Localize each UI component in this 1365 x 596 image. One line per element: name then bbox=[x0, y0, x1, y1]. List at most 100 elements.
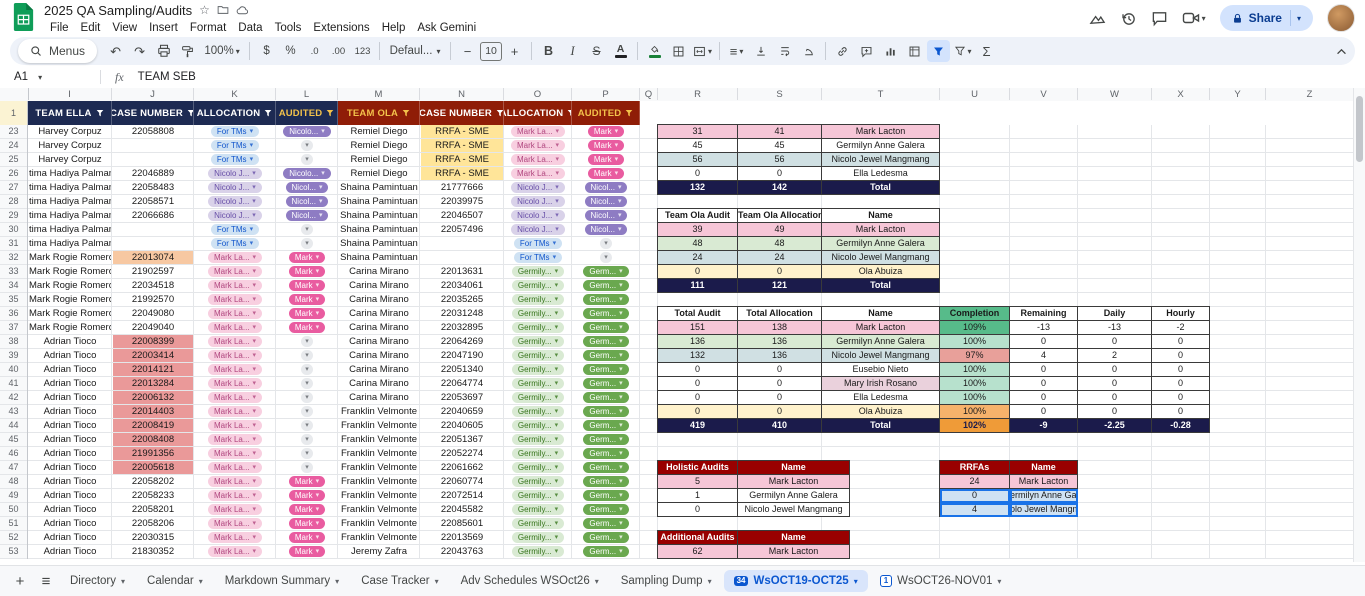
cell-ola-case[interactable]: 22064774 bbox=[421, 377, 503, 390]
dropdown-chip-for-tms[interactable]: For TMs▾ bbox=[514, 252, 562, 263]
cell-ella-case[interactable]: 22049040 bbox=[113, 321, 193, 334]
cell-ella-allocation[interactable]: Mark La...▾ bbox=[195, 321, 275, 334]
dropdown-chip-mark-la[interactable]: Mark La...▾ bbox=[208, 518, 262, 529]
dropdown-chip-germ[interactable]: Germ...▾ bbox=[583, 322, 628, 333]
cell-ella-name[interactable]: Adrian Tioco bbox=[29, 349, 111, 362]
sheet-tab-wsoct19-oct25[interactable]: 34WsOCT19-OCT25▾ bbox=[724, 570, 868, 592]
comments-icon[interactable] bbox=[1151, 10, 1168, 27]
zoom-select[interactable]: 100%▾ bbox=[200, 40, 244, 62]
horizontal-align-button[interactable]: ≡▾ bbox=[725, 40, 748, 62]
cell-ola-name[interactable]: Franklin Velmonte bbox=[339, 475, 419, 488]
tab-menu-caret[interactable]: ▾ bbox=[854, 577, 858, 586]
cell-ola-name[interactable]: Carina Mirano bbox=[339, 349, 419, 362]
dropdown-chip-nicolo-j[interactable]: Nicolo J...▾ bbox=[208, 196, 262, 207]
dropdown-chip-mark[interactable]: Mark▾ bbox=[289, 504, 325, 515]
move-folder-icon[interactable] bbox=[217, 4, 229, 16]
dropdown-chip-mark[interactable]: Mark▾ bbox=[289, 252, 325, 263]
cell-ella-case[interactable]: 22030315 bbox=[113, 531, 193, 544]
collapse-toolbar-button[interactable] bbox=[1336, 48, 1347, 55]
dropdown-chip-germily[interactable]: Germily...▾ bbox=[512, 308, 564, 319]
row-header-25[interactable]: 25 bbox=[0, 153, 27, 166]
dropdown-chip-mark[interactable]: Mark▾ bbox=[289, 322, 325, 333]
cell-ella-case[interactable]: 22058571 bbox=[113, 195, 193, 208]
cell-ella-allocation[interactable]: Mark La...▾ bbox=[195, 545, 275, 558]
cell-ella-audited[interactable]: Nicol...▾ bbox=[277, 209, 337, 222]
summary-cell-41[interactable]: 41 bbox=[738, 125, 822, 139]
row-header-30[interactable]: 30 bbox=[0, 223, 27, 236]
summary-cell-ola-abuiza[interactable]: Ola Abuiza bbox=[822, 265, 940, 279]
summary-cell-0[interactable]: 0 bbox=[658, 377, 738, 391]
summary-cell-0[interactable]: 0 bbox=[658, 167, 738, 181]
cell-ola-case[interactable]: RRFA - SME bbox=[421, 125, 503, 138]
summary-cell-0[interactable]: 0 bbox=[738, 405, 822, 419]
star-icon[interactable]: ☆ bbox=[199, 4, 210, 16]
dropdown-chip-germily[interactable]: Germily...▾ bbox=[512, 322, 564, 333]
user-avatar[interactable] bbox=[1327, 4, 1355, 32]
cell-ola-audited[interactable]: Germ...▾ bbox=[573, 265, 639, 278]
cell-ola-allocation[interactable]: Nicolo J...▾ bbox=[505, 195, 571, 208]
cell-ola-allocation[interactable]: Germily...▾ bbox=[505, 405, 571, 418]
cell-ola-allocation[interactable]: Germily...▾ bbox=[505, 503, 571, 516]
summary-cell-nicolo-jewel-mangmang[interactable]: Nicolo Jewel Mangmang bbox=[822, 251, 940, 265]
dropdown-chip-germ[interactable]: Germ...▾ bbox=[583, 434, 628, 445]
cloud-saved-icon[interactable] bbox=[236, 4, 249, 17]
summary-cell-daily[interactable]: Daily bbox=[1078, 307, 1152, 321]
dropdown-chip-empty[interactable]: ▾ bbox=[301, 140, 313, 151]
vertical-align-button[interactable] bbox=[749, 40, 772, 62]
summary-cell-mark-lacton[interactable]: Mark Lacton bbox=[738, 475, 850, 489]
dropdown-chip-mark-la[interactable]: Mark La...▾ bbox=[208, 462, 262, 473]
cell-ella-case[interactable]: 22058233 bbox=[113, 489, 193, 502]
summary-cell-mark-lacton[interactable]: Mark Lacton bbox=[822, 321, 940, 335]
cell-ella-allocation[interactable]: Nicolo J...▾ bbox=[195, 195, 275, 208]
cell-ola-name[interactable]: Shaina Pamintuan bbox=[339, 181, 419, 194]
cell-ola-name[interactable]: Franklin Velmonte bbox=[339, 461, 419, 474]
menu-help[interactable]: Help bbox=[376, 21, 412, 35]
cell-ella-name[interactable]: Adrian Tioco bbox=[29, 433, 111, 446]
row-header-32[interactable]: 32 bbox=[0, 251, 27, 264]
cell-ola-audited[interactable]: Germ...▾ bbox=[573, 293, 639, 306]
summary-cell-136[interactable]: 136 bbox=[658, 335, 738, 349]
summary-cell-410[interactable]: 410 bbox=[738, 419, 822, 433]
column-header-Z[interactable]: Z bbox=[1266, 88, 1354, 100]
cell-ella-audited[interactable]: Mark▾ bbox=[277, 279, 337, 292]
summary-cell-0[interactable]: 0 bbox=[1152, 363, 1210, 377]
dropdown-chip-mark-la[interactable]: Mark La...▾ bbox=[208, 378, 262, 389]
summary-cell-31[interactable]: 31 bbox=[658, 125, 738, 139]
dropdown-chip-mark-la[interactable]: Mark La...▾ bbox=[208, 252, 262, 263]
summary-cell-109[interactable]: 109% bbox=[940, 321, 1010, 335]
cell-ola-audited[interactable]: Germ...▾ bbox=[573, 489, 639, 502]
summary-cell-49[interactable]: 49 bbox=[738, 223, 822, 237]
cell-ella-allocation[interactable]: Nicolo J...▾ bbox=[195, 209, 275, 222]
dropdown-chip-germily[interactable]: Germily...▾ bbox=[512, 448, 564, 459]
column-header-P[interactable]: P bbox=[572, 88, 640, 100]
summary-cell-germilyn-anne-galera[interactable]: Germilyn Anne Galera bbox=[738, 489, 850, 503]
dropdown-chip-germily[interactable]: Germily...▾ bbox=[512, 462, 564, 473]
summary-cell-56[interactable]: 56 bbox=[738, 153, 822, 167]
cell-ella-name[interactable]: Adrian Tioco bbox=[29, 377, 111, 390]
summary-cell-hourly[interactable]: Hourly bbox=[1152, 307, 1210, 321]
cell-ola-allocation[interactable]: Germily...▾ bbox=[505, 279, 571, 292]
cell-ella-name[interactable]: tima Hadiya Palman bbox=[29, 237, 111, 250]
cell-ola-case[interactable]: 22047190 bbox=[421, 349, 503, 362]
dropdown-chip-germily[interactable]: Germily...▾ bbox=[512, 350, 564, 361]
menu-edit[interactable]: Edit bbox=[75, 21, 107, 35]
column-header-J[interactable]: J bbox=[112, 88, 194, 100]
summary-cell-0[interactable]: 0 bbox=[1078, 391, 1152, 405]
summary-cell-121[interactable]: 121 bbox=[738, 279, 822, 293]
dropdown-chip-nicolo-j[interactable]: Nicolo J...▾ bbox=[511, 196, 565, 207]
filter-funnel-icon[interactable] bbox=[326, 109, 334, 117]
cell-ola-case[interactable]: RRFA - SME bbox=[421, 167, 503, 180]
cell-ella-name[interactable]: Mark Rogie Romero bbox=[29, 321, 111, 334]
tab-menu-caret[interactable]: ▾ bbox=[121, 577, 125, 586]
cell-ella-case[interactable]: 22058808 bbox=[113, 125, 193, 138]
column-header-L[interactable]: L bbox=[276, 88, 338, 100]
dropdown-chip-empty[interactable]: ▾ bbox=[301, 448, 313, 459]
cell-ella-name[interactable]: tima Hadiya Palman bbox=[29, 195, 111, 208]
cell-ola-case[interactable]: 22051367 bbox=[421, 433, 503, 446]
cell-ola-audited[interactable]: Nicol...▾ bbox=[573, 223, 639, 236]
cell-ola-case[interactable]: 22061662 bbox=[421, 461, 503, 474]
cell-ella-allocation[interactable]: For TMs▾ bbox=[195, 125, 275, 138]
dropdown-chip-nicol[interactable]: Nicol...▾ bbox=[286, 210, 329, 221]
column-header-I[interactable]: I bbox=[28, 88, 112, 100]
dropdown-chip-for-tms[interactable]: For TMs▾ bbox=[211, 224, 259, 235]
